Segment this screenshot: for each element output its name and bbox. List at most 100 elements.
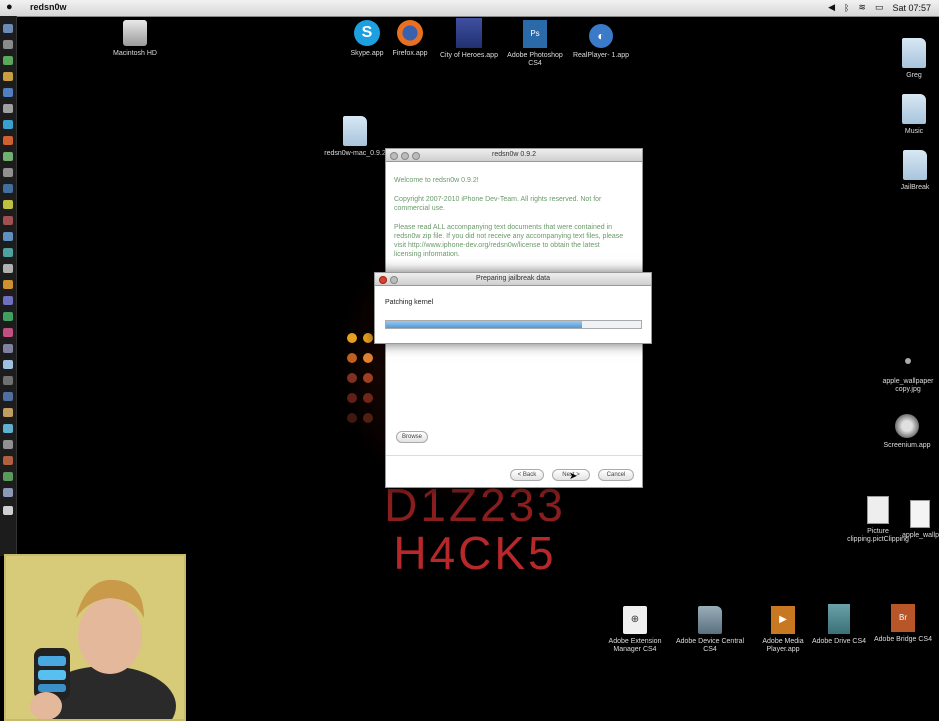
desktop-adobe-drive[interactable]: Adobe Drive CS4	[808, 604, 870, 646]
dock-app-icon[interactable]	[3, 456, 13, 465]
dock-app-icon[interactable]	[3, 280, 13, 289]
dock-app-icon[interactable]	[3, 360, 13, 369]
dialog-titlebar[interactable]: Preparing jailbreak data	[375, 273, 651, 286]
wallpaper-line2: H4CK5	[393, 527, 557, 579]
minimize-icon[interactable]	[401, 152, 409, 160]
dock-app-icon[interactable]	[3, 72, 13, 81]
zoom-icon[interactable]	[412, 152, 420, 160]
dock-app-icon[interactable]	[3, 488, 13, 497]
skype-icon: S	[354, 20, 380, 46]
back-button[interactable]: < Back	[510, 469, 544, 481]
progress-bar	[385, 320, 642, 329]
minimize-icon[interactable]	[390, 276, 398, 284]
dock-app-icon[interactable]	[3, 296, 13, 305]
desktop-music-folder[interactable]: Music	[894, 94, 934, 136]
desktop-adobe-bridge[interactable]: Br Adobe Bridge CS4	[868, 604, 938, 644]
desktop-extension-manager[interactable]: ⊕ Adobe Extension Manager CS4	[600, 606, 670, 654]
progress-dialog: Preparing jailbreak data Patching kernel	[374, 272, 652, 344]
dock-app-icon[interactable]	[3, 264, 13, 273]
document-file-icon	[910, 500, 930, 528]
dock-app-icon[interactable]	[3, 248, 13, 257]
folder-icon	[902, 94, 926, 124]
icon-label: apple_wallpaper	[902, 532, 939, 539]
adobe-drive-icon	[828, 604, 850, 634]
dock-app-icon[interactable]	[3, 152, 13, 161]
battery-icon[interactable]: ▭	[875, 2, 884, 13]
clipping-file-icon	[867, 496, 889, 524]
dock-app-icon[interactable]	[3, 328, 13, 337]
dock-app-icon[interactable]	[3, 472, 13, 481]
desktop-wallpaper-copy[interactable]: apple_wallpaper copy.jpg	[878, 358, 938, 394]
dock-app-icon[interactable]	[3, 232, 13, 241]
dock-app-icon[interactable]	[3, 344, 13, 353]
icon-label: Macintosh HD	[113, 50, 157, 57]
dock-trash-icon[interactable]	[3, 506, 13, 515]
icon-label: apple_wallpaper copy.jpg	[882, 378, 934, 393]
dock-app-icon[interactable]	[3, 56, 13, 65]
dock-app-icon[interactable]	[3, 392, 13, 401]
icon-label: Firefox.app	[392, 50, 428, 57]
desktop-device-central[interactable]: Adobe Device Central CS4	[670, 606, 750, 654]
city-of-heroes-icon	[456, 18, 482, 48]
app-menu-name[interactable]: redsn0w	[30, 2, 67, 12]
dock-app-icon[interactable]	[3, 440, 13, 449]
desktop-macintosh-hd[interactable]: Macintosh HD	[104, 20, 166, 58]
volume-icon[interactable]: ◀	[828, 2, 835, 13]
dock-app-icon[interactable]	[3, 312, 13, 321]
dock-app-icon[interactable]	[3, 200, 13, 209]
dock-app-icon[interactable]	[3, 376, 13, 385]
dialog-controls	[379, 276, 398, 284]
webcam-person-image	[6, 556, 184, 719]
icon-label: Adobe Bridge CS4	[874, 636, 932, 643]
desktop-photoshop[interactable]: Ps Adobe Photoshop CS4	[502, 20, 568, 68]
screenium-icon	[895, 414, 919, 438]
dock-app-icon[interactable]	[3, 216, 13, 225]
close-icon[interactable]	[390, 152, 398, 160]
dock-app-icon[interactable]	[3, 184, 13, 193]
wifi-icon[interactable]: ≋	[858, 2, 866, 13]
apple-menu-icon[interactable]: ●	[6, 1, 13, 13]
dock-app-icon[interactable]	[3, 40, 13, 49]
webcam-overlay	[4, 554, 186, 721]
browse-button[interactable]: Browse	[396, 431, 428, 443]
cancel-button[interactable]: Cancel	[598, 469, 634, 481]
dock-finder-icon[interactable]	[3, 24, 13, 33]
license-notice-text: Please read ALL accompanying text docume…	[394, 224, 624, 258]
dock-app-icon[interactable]	[3, 424, 13, 433]
firefox-icon	[397, 20, 423, 46]
dock-app-icon[interactable]	[3, 120, 13, 129]
folder-icon	[343, 116, 367, 146]
window-titlebar[interactable]: redsn0w 0.9.2	[386, 149, 642, 162]
media-player-icon: ▶	[771, 606, 795, 634]
desktop-jailbreak-folder[interactable]: JailBreak	[892, 150, 938, 192]
icon-label: Picture clipping.pictClipping	[847, 528, 909, 543]
desktop-firefox[interactable]: Firefox.app	[388, 20, 432, 58]
icon-label: Skype.app	[350, 50, 384, 57]
desktop-realplayer[interactable]: ◐ RealPlayer- 1.app	[566, 24, 636, 60]
dock-app-icon[interactable]	[3, 88, 13, 97]
dock-app-icon[interactable]	[3, 136, 13, 145]
welcome-text: Welcome to redsn0w 0.9.2!	[394, 177, 479, 184]
desktop-screenium[interactable]: Screenium.app	[876, 414, 938, 450]
bluetooth-icon[interactable]: ᛒ	[844, 3, 849, 13]
dock-app-icon[interactable]	[3, 408, 13, 417]
clock[interactable]: Sat 07:57	[892, 3, 931, 13]
icon-label: Music	[904, 128, 924, 135]
icon-label: City of Heroes.app	[440, 52, 498, 59]
desktop-city-of-heroes[interactable]: City of Heroes.app	[434, 18, 504, 60]
desktop-skype[interactable]: S Skype.app	[345, 20, 389, 58]
desktop-greg-folder[interactable]: Greg	[894, 38, 934, 80]
folder-icon	[698, 606, 722, 634]
dock-app-icon[interactable]	[3, 168, 13, 177]
hard-drive-icon	[123, 20, 147, 46]
close-icon[interactable]	[379, 276, 387, 284]
desktop-media-player[interactable]: ▶ Adobe Media Player.app	[752, 606, 814, 654]
dock-app-icon[interactable]	[3, 104, 13, 113]
dialog-title: Preparing jailbreak data	[476, 275, 550, 282]
desktop-apple-wallpaper[interactable]: apple_wallpaper	[902, 500, 939, 540]
icon-label: Greg	[906, 72, 922, 79]
icon-label: JailBreak	[900, 184, 930, 191]
copyright-text: Copyright 2007-2010 iPhone Dev-Team. All…	[394, 196, 602, 212]
desktop-redsn0w-folder[interactable]: redsn0w-mac_0.9.2	[318, 116, 392, 158]
extension-manager-icon: ⊕	[623, 606, 647, 634]
